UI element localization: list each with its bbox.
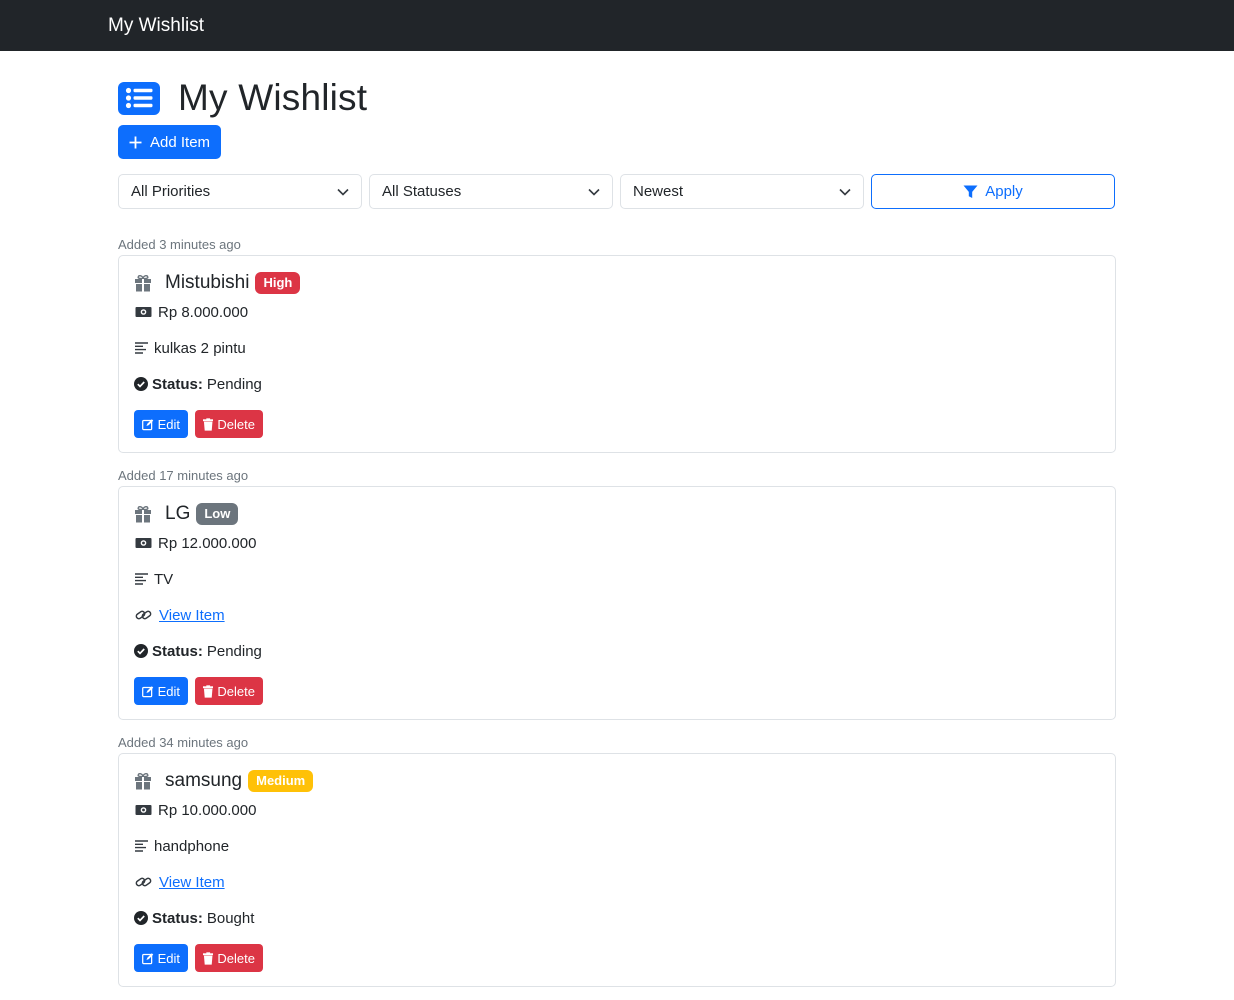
edit-button[interactable]: Edit bbox=[134, 410, 188, 438]
top-navbar: My Wishlist bbox=[0, 0, 1234, 51]
edit-icon bbox=[142, 952, 154, 964]
item-description: kulkas 2 pintu bbox=[134, 338, 1100, 358]
priority-badge: Low bbox=[196, 503, 239, 525]
item-description-value: handphone bbox=[154, 837, 230, 855]
trash-icon bbox=[203, 951, 214, 965]
edit-label: Edit bbox=[157, 416, 180, 432]
chevron-down-icon bbox=[839, 188, 851, 196]
item-name: LG bbox=[165, 503, 191, 524]
check-circle-icon bbox=[134, 377, 148, 391]
gift-icon bbox=[135, 275, 151, 292]
align-left-icon bbox=[134, 573, 148, 585]
align-left-icon bbox=[134, 342, 148, 354]
wishlist-card: samsung Medium Rp 10.000.000 handphone V… bbox=[118, 753, 1116, 987]
status-value: Bought bbox=[206, 909, 255, 927]
card-title: LG Low bbox=[134, 501, 1100, 527]
status-label: Status: bbox=[152, 909, 203, 927]
card-actions: Edit Delete bbox=[134, 677, 1100, 705]
status-label: Status: bbox=[152, 375, 203, 393]
delete-button[interactable]: Delete bbox=[195, 410, 263, 438]
status-label: Status: bbox=[152, 642, 203, 660]
money-icon bbox=[135, 805, 151, 815]
chevron-down-icon bbox=[337, 188, 349, 196]
filter-icon bbox=[963, 185, 978, 198]
wishlist-card: Mistubishi High Rp 8.000.000 kulkas 2 pi… bbox=[118, 255, 1116, 453]
delete-label: Delete bbox=[217, 416, 255, 432]
card-actions: Edit Delete bbox=[134, 410, 1100, 438]
edit-label: Edit bbox=[157, 950, 180, 966]
item-name: Mistubishi bbox=[165, 272, 250, 293]
item-added-time: Added 3 minutes ago bbox=[118, 237, 241, 252]
list-icon bbox=[118, 81, 160, 115]
wishlist-card: LG Low Rp 12.000.000 TV View Item Status… bbox=[118, 486, 1116, 720]
priority-select[interactable]: All Priorities bbox=[118, 174, 362, 209]
card-actions: Edit Delete bbox=[134, 944, 1100, 972]
status-select[interactable]: All Statuses bbox=[369, 174, 613, 209]
card-title: Mistubishi High bbox=[134, 270, 1100, 296]
item-status: Status: Pending bbox=[134, 641, 1100, 661]
item-added-time: Added 34 minutes ago bbox=[118, 735, 249, 750]
navbar-brand[interactable]: My Wishlist bbox=[108, 15, 204, 37]
trash-icon bbox=[203, 417, 214, 431]
status-value: Pending bbox=[206, 375, 262, 393]
add-item-label: Add Item bbox=[150, 133, 211, 151]
view-item-link[interactable]: View Item bbox=[159, 607, 225, 624]
trash-icon bbox=[203, 684, 214, 698]
card-title: samsung Medium bbox=[134, 768, 1100, 794]
delete-button[interactable]: Delete bbox=[195, 677, 263, 705]
item-price: Rp 12.000.000 bbox=[134, 533, 1100, 553]
wishlist-items: Added 3 minutes ago Mistubishi High Rp 8… bbox=[118, 235, 1116, 987]
plus-icon bbox=[129, 136, 142, 148]
align-left-icon bbox=[134, 840, 148, 852]
item-price-value: Rp 12.000.000 bbox=[158, 534, 257, 552]
item-price: Rp 10.000.000 bbox=[134, 800, 1100, 820]
view-item-link[interactable]: View Item bbox=[159, 874, 225, 891]
edit-button[interactable]: Edit bbox=[134, 677, 188, 705]
delete-label: Delete bbox=[217, 950, 255, 966]
sort-select[interactable]: Newest bbox=[620, 174, 864, 209]
item-description: handphone bbox=[134, 836, 1100, 856]
edit-label: Edit bbox=[157, 683, 180, 699]
item-name: samsung bbox=[165, 770, 243, 791]
status-value: Pending bbox=[206, 642, 262, 660]
item-description: TV bbox=[134, 569, 1100, 589]
edit-icon bbox=[142, 685, 154, 697]
priority-badge: Medium bbox=[248, 770, 314, 792]
gift-icon bbox=[135, 506, 151, 523]
money-icon bbox=[135, 538, 151, 548]
priority-select-value: All Priorities bbox=[131, 183, 211, 200]
gift-icon bbox=[135, 773, 151, 790]
apply-button[interactable]: Apply bbox=[871, 174, 1115, 209]
link-icon bbox=[135, 877, 151, 887]
item-description-value: kulkas 2 pintu bbox=[154, 339, 246, 357]
delete-button[interactable]: Delete bbox=[195, 944, 263, 972]
main-container: My Wishlist Add Item All Priorities All … bbox=[118, 51, 1116, 1000]
check-circle-icon bbox=[134, 911, 148, 925]
add-item-button[interactable]: Add Item bbox=[118, 125, 222, 159]
item-added-time: Added 17 minutes ago bbox=[118, 468, 249, 483]
check-circle-icon bbox=[134, 644, 148, 658]
link-icon bbox=[135, 610, 151, 620]
status-select-value: All Statuses bbox=[382, 183, 462, 200]
apply-label: Apply bbox=[985, 183, 1023, 200]
item-description-value: TV bbox=[154, 570, 174, 588]
priority-badge: High bbox=[255, 272, 301, 294]
delete-label: Delete bbox=[217, 683, 255, 699]
item-price: Rp 8.000.000 bbox=[134, 302, 1100, 322]
filter-bar: All Priorities All Statuses Newest Apply bbox=[118, 174, 1116, 209]
edit-icon bbox=[142, 418, 154, 430]
item-link: View Item bbox=[134, 872, 1100, 892]
page-header: My Wishlist bbox=[118, 77, 1116, 118]
item-price-value: Rp 10.000.000 bbox=[158, 801, 257, 819]
item-status: Status: Pending bbox=[134, 374, 1100, 394]
page-title: My Wishlist bbox=[178, 77, 368, 118]
item-status: Status: Bought bbox=[134, 908, 1100, 928]
chevron-down-icon bbox=[588, 188, 600, 196]
sort-select-value: Newest bbox=[633, 183, 684, 200]
item-link: View Item bbox=[134, 605, 1100, 625]
item-price-value: Rp 8.000.000 bbox=[158, 303, 249, 321]
money-icon bbox=[135, 307, 151, 317]
edit-button[interactable]: Edit bbox=[134, 944, 188, 972]
